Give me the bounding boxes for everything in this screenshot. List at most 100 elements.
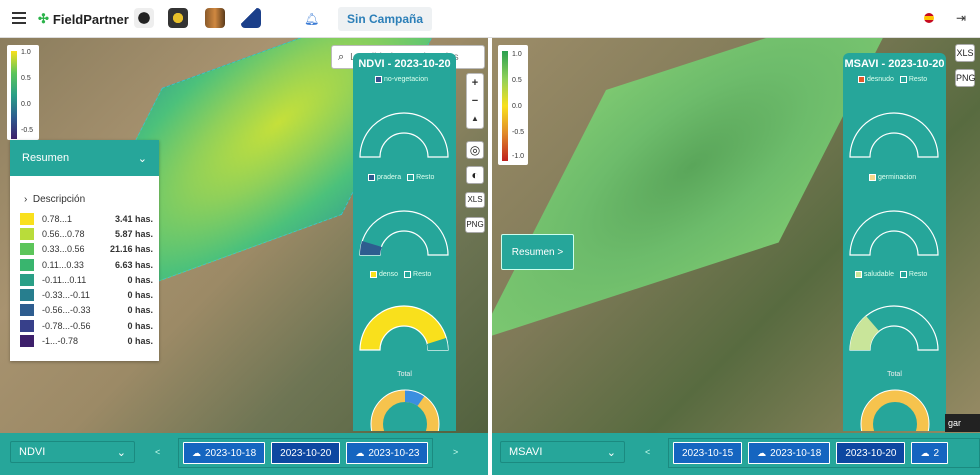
top-bar: ✣ FieldPartner 🔔︎ Sin Campaña ⇥ — [0, 0, 980, 38]
export-xls-button[interactable]: XLS — [955, 44, 975, 62]
truncated-tag: gar — [945, 414, 980, 432]
legend-swatch — [858, 76, 865, 83]
legend-pradera: pradera Resto — [368, 174, 434, 181]
gauge-saludable — [849, 305, 939, 351]
legend-tick: -1.0 — [512, 153, 525, 160]
legend-tick: -0.5 — [21, 127, 34, 134]
layer-select[interactable]: NDVI ⌄ — [10, 441, 135, 463]
resumen-row: 0.78...1 3.41 has. — [20, 211, 153, 226]
legend-swatch — [855, 271, 862, 278]
cloud-icon: ☁ — [757, 447, 767, 458]
legend-swatch — [869, 174, 876, 181]
legend-germinacion: germinacion — [869, 174, 916, 181]
total-label: Total — [397, 371, 412, 378]
next-dates-button[interactable]: > — [453, 447, 458, 457]
legend-saludable: saludable Resto — [855, 271, 927, 278]
legend-tick: 1.0 — [512, 51, 522, 58]
legend-desnudo: desnudo Resto — [858, 76, 927, 83]
layer-select[interactable]: MSAVI ⌄ — [500, 441, 625, 463]
resumen-row: -1...-0.78 0 has. — [20, 333, 153, 348]
date-chip[interactable]: 2023-10-15 — [673, 442, 743, 464]
color-swatch — [20, 304, 34, 317]
resumen-row: -0.11...0.11 0 has. — [20, 272, 153, 287]
date-list: 2023-10-15 ☁ 2023-10-18 2023-10-20 ☁ 2 — [668, 438, 980, 468]
cloud-icon: ☁ — [920, 447, 930, 458]
resumen-row: -0.56...-0.33 0 has. — [20, 303, 153, 318]
cloud-icon: ☁ — [192, 447, 201, 458]
date-chip[interactable]: ☁ 2023-10-18 — [183, 442, 266, 464]
color-swatch — [20, 243, 34, 256]
resumen-row: -0.33...-0.11 0 has. — [20, 287, 153, 302]
date-chip-active[interactable]: 2023-10-20 — [271, 442, 341, 464]
contrast-icon[interactable]: ◐ — [466, 166, 484, 184]
left-date-bar: NDVI ⌄ < ☁ 2023-10-18 2023-10-20 ☁ 2023-10-… — [0, 433, 488, 475]
prev-dates-button[interactable]: < — [645, 447, 650, 457]
export-png-button[interactable]: PNG — [465, 217, 485, 233]
campaign-button[interactable]: Sin Campaña — [338, 7, 433, 31]
zoom-in-button[interactable]: + — [467, 74, 483, 92]
bell-icon[interactable]: 🔔︎ — [304, 12, 319, 26]
msavi-stats-panel: MSAVI - 2023-10-20 desnudo Resto germina… — [843, 53, 946, 431]
msavi-panel-title: MSAVI - 2023-10-20 — [844, 58, 945, 70]
gauge-germinacion — [849, 210, 939, 256]
legend-swatch — [370, 271, 377, 278]
resumen-row: 0.33...0.56 21.16 has. — [20, 242, 153, 257]
resumen-panel: Resumen ⌄ › Descripción 0.78...1 3.41 has… — [10, 140, 159, 361]
date-chip[interactable]: ☁ 2023-10-18 — [748, 442, 831, 464]
legend-tick: 0.5 — [512, 77, 522, 84]
field-thumbnail-4[interactable] — [241, 8, 261, 28]
legend-tick: -0.5 — [512, 129, 525, 136]
color-swatch — [20, 258, 34, 271]
cloud-icon: ☁ — [355, 447, 365, 458]
field-thumbnail-1[interactable] — [134, 8, 154, 28]
resumen-header[interactable]: Resumen ⌄ — [10, 140, 159, 176]
legend-swatch — [407, 174, 415, 181]
legend-swatch — [375, 76, 382, 83]
date-chip[interactable]: ☁ 2023-10-23 — [346, 442, 429, 464]
locate-icon[interactable]: ◎ — [466, 141, 484, 159]
resumen-row: 0.11...0.33 6.63 has. — [20, 257, 153, 272]
gauge-denso — [359, 305, 449, 351]
legend-swatch — [899, 271, 907, 278]
resumen-button[interactable]: Resumen > — [501, 234, 574, 270]
ndvi-color-legend: 1.0 0.5 0.0 -0.5 — [7, 45, 39, 140]
color-swatch — [20, 227, 34, 240]
color-swatch — [20, 335, 34, 348]
legend-denso: denso Resto — [370, 271, 431, 278]
search-icon: ⌕ — [338, 50, 345, 63]
resumen-title: Resumen — [22, 152, 70, 164]
hamburger-icon[interactable] — [12, 12, 26, 24]
chevron-down-icon[interactable]: ⌄ — [138, 152, 147, 165]
date-chip[interactable]: ☁ 2 — [911, 442, 949, 464]
app-logo[interactable]: ✣ FieldPartner — [38, 11, 129, 27]
field-thumbnail-2[interactable] — [168, 8, 188, 28]
resumen-row: -0.78...-0.56 0 has. — [20, 318, 153, 333]
date-chip-active[interactable]: 2023-10-20 — [836, 442, 906, 464]
logout-icon[interactable]: ⇥ — [956, 11, 966, 25]
legend-swatch — [368, 174, 375, 181]
export-xls-button[interactable]: XLS — [465, 192, 485, 208]
legend-tick: 0.0 — [512, 103, 522, 110]
legend-swatch — [404, 271, 412, 278]
gauge-desnudo — [849, 112, 939, 158]
legend-no-vegetacion: no-vegetacion — [375, 76, 428, 83]
legend-tick: 0.5 — [21, 75, 31, 82]
export-png-button[interactable]: PNG — [955, 69, 976, 87]
color-swatch — [20, 212, 34, 225]
field-thumbnail-3[interactable] — [205, 8, 225, 28]
total-donut — [860, 389, 930, 431]
legend-swatch — [899, 76, 907, 83]
gauge-pradera — [359, 210, 449, 256]
resumen-rows: 0.78...1 3.41 has. 0.56...0.78 5.87 has. 0… — [10, 205, 159, 349]
resumen-row: 0.56...0.78 5.87 has. — [20, 226, 153, 241]
color-swatch — [20, 289, 34, 302]
color-swatch — [20, 319, 34, 332]
zoom-out-button[interactable]: − — [467, 92, 483, 110]
prev-dates-button[interactable]: < — [155, 447, 160, 457]
compass-icon[interactable]: ▲ — [467, 110, 483, 128]
legend-tick: 1.0 — [21, 49, 31, 56]
msavi-color-legend: 1.0 0.5 0.0 -0.5 -1.0 — [498, 45, 528, 165]
spain-flag-icon[interactable] — [924, 13, 934, 23]
gauge-no-vegetacion — [359, 112, 449, 158]
description-toggle[interactable]: › Descripción — [10, 176, 159, 205]
